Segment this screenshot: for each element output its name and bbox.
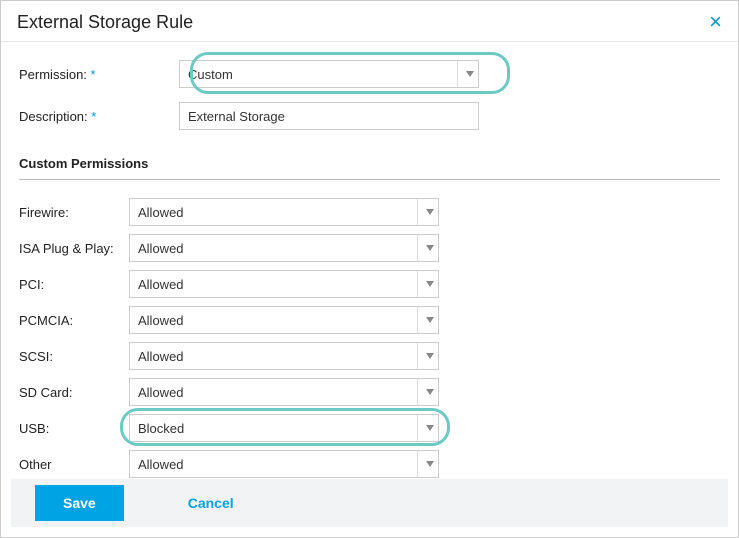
custom-permission-label: Other: [19, 457, 129, 472]
custom-permission-label: PCI:: [19, 277, 129, 292]
permission-select-value: Custom: [188, 67, 233, 82]
custom-permission-label: Firewire:: [19, 205, 129, 220]
chevron-down-icon: [417, 235, 434, 261]
custom-permission-row: SCSI: Allowed: [19, 342, 720, 370]
custom-permission-select[interactable]: Allowed: [129, 450, 439, 478]
dialog-header: External Storage Rule ×: [1, 1, 738, 42]
custom-permission-row: ISA Plug & Play: Allowed: [19, 234, 720, 262]
divider: [19, 179, 720, 180]
custom-permission-value: Allowed: [138, 349, 184, 364]
custom-permission-row: USB: Blocked: [19, 414, 720, 442]
custom-permission-label: ISA Plug & Play:: [19, 241, 129, 256]
custom-permission-label: PCMCIA:: [19, 313, 129, 328]
chevron-down-icon: [417, 307, 434, 333]
custom-permission-row: PCMCIA: Allowed: [19, 306, 720, 334]
chevron-down-icon: [417, 343, 434, 369]
custom-permission-value: Allowed: [138, 457, 184, 472]
custom-permission-select[interactable]: Blocked: [129, 414, 439, 442]
external-storage-rule-dialog: External Storage Rule × Permission: * Cu…: [0, 0, 739, 538]
custom-permission-row: Firewire: Allowed: [19, 198, 720, 226]
permission-label: Permission: *: [19, 67, 179, 82]
custom-permission-label: SD Card:: [19, 385, 129, 400]
chevron-down-icon: [417, 199, 434, 225]
dialog-footer: Save Cancel: [11, 479, 728, 527]
custom-permission-select[interactable]: Allowed: [129, 342, 439, 370]
custom-permission-select[interactable]: Allowed: [129, 234, 439, 262]
custom-permission-value: Allowed: [138, 205, 184, 220]
custom-permissions-list: Firewire:AllowedISA Plug & Play:AllowedP…: [19, 198, 720, 478]
description-label: Description: *: [19, 109, 179, 124]
chevron-down-icon: [417, 271, 434, 297]
custom-permission-select[interactable]: Allowed: [129, 306, 439, 334]
permission-row: Permission: * Custom: [19, 60, 720, 88]
description-input[interactable]: External Storage: [179, 102, 479, 130]
custom-permission-row: PCI: Allowed: [19, 270, 720, 298]
custom-permission-value: Allowed: [138, 277, 184, 292]
description-input-value: External Storage: [188, 109, 285, 124]
close-icon[interactable]: ×: [709, 11, 722, 33]
chevron-down-icon: [417, 451, 434, 477]
custom-permission-value: Allowed: [138, 385, 184, 400]
custom-permission-label: USB:: [19, 421, 129, 436]
required-mark: *: [91, 67, 96, 82]
custom-permission-row: Other Allowed: [19, 450, 720, 478]
custom-permission-select[interactable]: Allowed: [129, 198, 439, 226]
custom-permission-value: Allowed: [138, 241, 184, 256]
custom-permission-row: SD Card: Allowed: [19, 378, 720, 406]
chevron-down-icon: [457, 61, 474, 87]
custom-permissions-title: Custom Permissions: [19, 156, 720, 171]
chevron-down-icon: [417, 415, 434, 441]
chevron-down-icon: [417, 379, 434, 405]
required-mark: *: [91, 109, 96, 124]
custom-permission-select[interactable]: Allowed: [129, 270, 439, 298]
save-button[interactable]: Save: [35, 485, 124, 521]
cancel-button[interactable]: Cancel: [160, 485, 262, 521]
custom-permission-select[interactable]: Allowed: [129, 378, 439, 406]
custom-permission-value: Allowed: [138, 313, 184, 328]
dialog-title: External Storage Rule: [17, 12, 193, 33]
custom-permission-label: SCSI:: [19, 349, 129, 364]
custom-permission-value: Blocked: [138, 421, 184, 436]
permission-select[interactable]: Custom: [179, 60, 479, 88]
description-row: Description: * External Storage: [19, 102, 720, 130]
dialog-body: Permission: * Custom Description: * Exte…: [1, 42, 738, 478]
